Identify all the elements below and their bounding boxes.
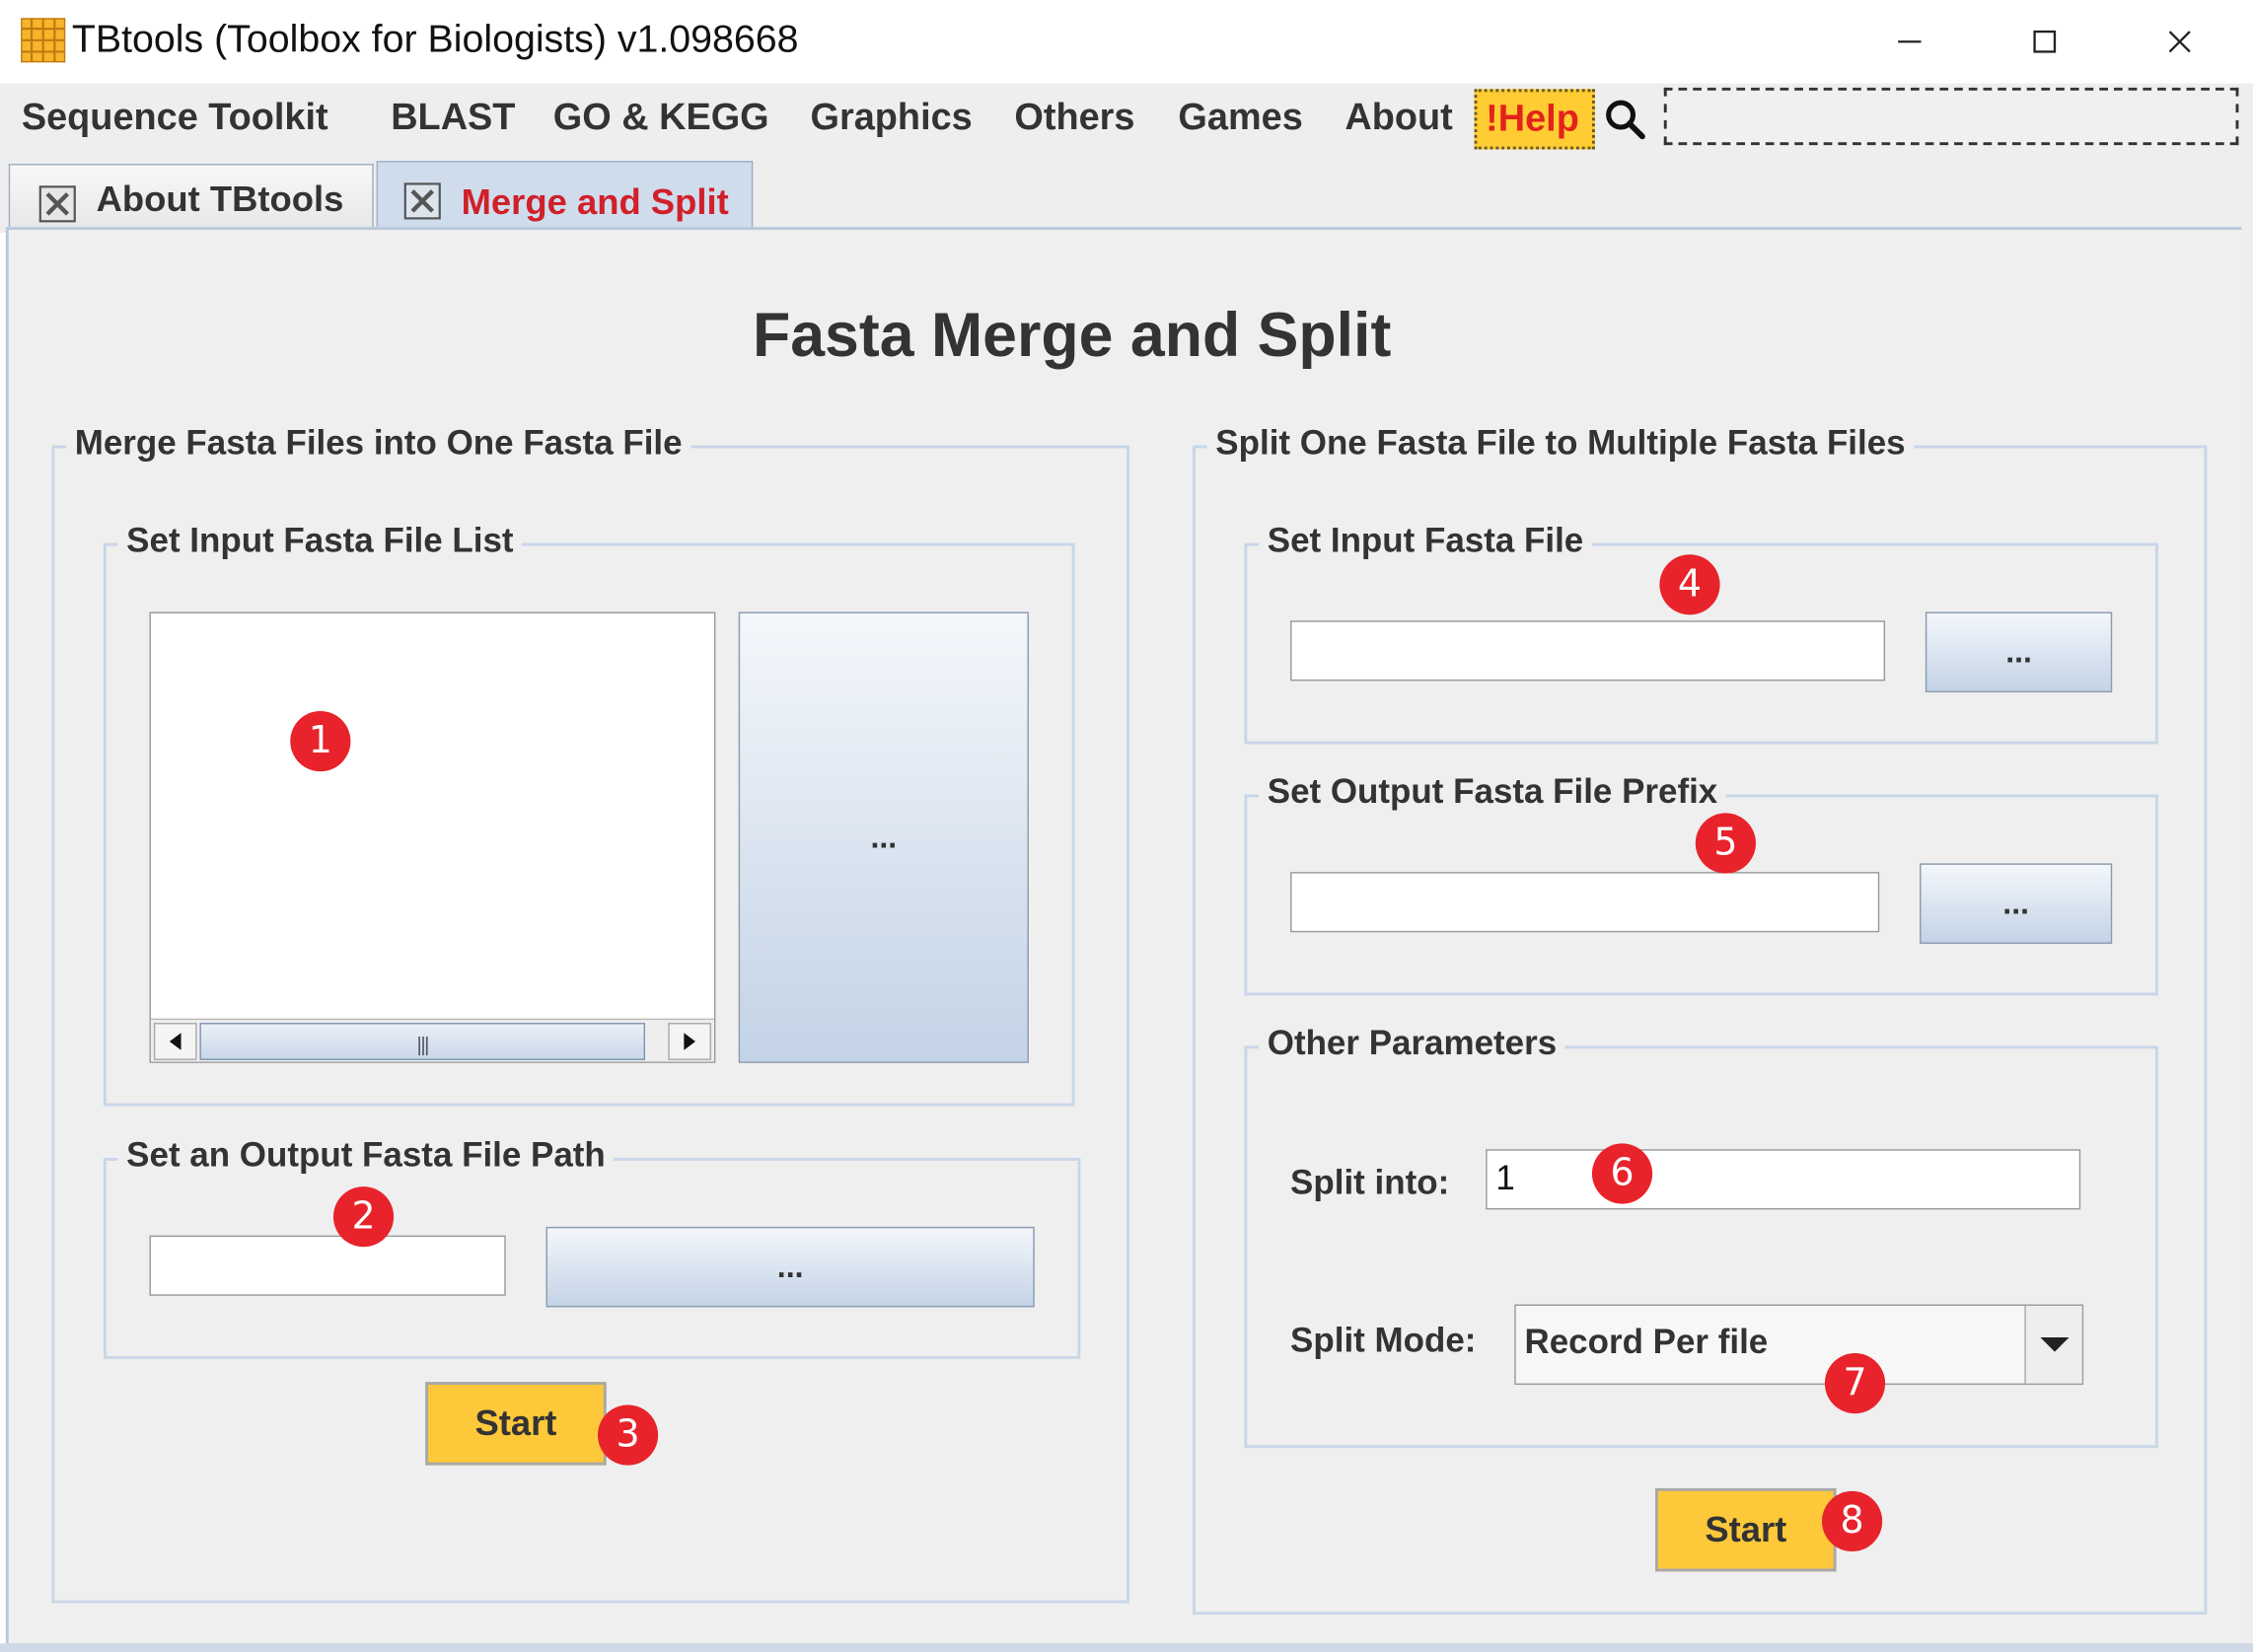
- window-edge: [2241, 155, 2253, 1652]
- chevron-down-icon: [2039, 1337, 2069, 1352]
- grip-icon: |||: [416, 1033, 429, 1056]
- other-parameters-group: Other Parameters Split into: 1 Split Mod…: [1244, 1024, 2158, 1449]
- input-file-field[interactable]: [1290, 620, 1886, 682]
- output-prefix-title: Set Output Fasta File Prefix: [1259, 772, 1727, 814]
- marker-3: 3: [597, 1404, 659, 1466]
- scroll-left-button[interactable]: [153, 1023, 197, 1060]
- other-parameters-title: Other Parameters: [1259, 1024, 1565, 1065]
- menu-blast[interactable]: BLAST: [391, 95, 515, 139]
- minimize-icon: [1898, 40, 1922, 43]
- output-path-browse-button[interactable]: ...: [545, 1226, 1035, 1308]
- split-start-button[interactable]: Start: [1655, 1487, 1837, 1572]
- tab-label: Merge and Split: [461, 181, 729, 223]
- split-mode-label: Split Mode:: [1290, 1321, 1477, 1361]
- split-mode-select[interactable]: Record Per file: [1514, 1304, 2084, 1386]
- marker-4: 4: [1659, 554, 1720, 615]
- merge-group: Merge Fasta Files into One Fasta File Se…: [51, 423, 1129, 1604]
- input-file-title: Set Input Fasta File: [1259, 521, 1592, 562]
- menu-bar: Sequence Toolkit BLAST GO & KEGG Graphic…: [0, 83, 2253, 156]
- output-path-title: Set an Output Fasta File Path: [117, 1136, 615, 1177]
- split-group-title: Split One Fasta File to Multiple Fasta F…: [1206, 423, 1915, 465]
- tab-strip: About TBtools Merge and Split: [0, 155, 2253, 236]
- search-icon[interactable]: [1604, 98, 1647, 141]
- menu-games[interactable]: Games: [1178, 95, 1302, 139]
- maximize-icon: [2033, 30, 2057, 53]
- close-icon: [2168, 31, 2191, 53]
- menu-go-kegg[interactable]: GO & KEGG: [553, 95, 769, 139]
- status-strip: [0, 1643, 2253, 1652]
- marker-2: 2: [332, 1186, 395, 1248]
- input-list-browse-button[interactable]: ...: [738, 611, 1029, 1063]
- merge-start-button[interactable]: Start: [425, 1382, 607, 1466]
- menu-help[interactable]: !Help: [1474, 89, 1595, 150]
- marker-8: 8: [1822, 1490, 1883, 1552]
- input-list-group: Set Input Fasta File List ||| ...: [103, 521, 1075, 1107]
- dropdown-button[interactable]: [2024, 1305, 2082, 1384]
- output-prefix-browse-button[interactable]: ...: [1920, 863, 2113, 944]
- marker-1: 1: [290, 710, 351, 772]
- output-prefix-field[interactable]: [1290, 872, 1880, 933]
- tab-about-tbtools[interactable]: About TBtools: [8, 164, 374, 233]
- marker-6: 6: [1591, 1143, 1653, 1204]
- menu-graphics[interactable]: Graphics: [811, 95, 973, 139]
- title-bar: TBtools (Toolbox for Biologists) v1.0986…: [0, 0, 2253, 84]
- scroll-thumb[interactable]: |||: [199, 1023, 646, 1060]
- menu-about[interactable]: About: [1345, 95, 1452, 139]
- split-into-label: Split into:: [1290, 1163, 1450, 1203]
- input-file-browse-button[interactable]: ...: [1925, 611, 2113, 693]
- marker-5: 5: [1695, 813, 1757, 874]
- window-title: TBtools (Toolbox for Biologists) v1.0986…: [71, 17, 799, 61]
- input-file-list[interactable]: |||: [149, 611, 716, 1063]
- tab-close-icon[interactable]: [403, 182, 441, 220]
- grid-app-icon: [21, 18, 66, 63]
- tab-label: About TBtools: [96, 180, 344, 220]
- split-into-field[interactable]: 1: [1486, 1149, 2081, 1210]
- input-list-title: Set Input Fasta File List: [117, 521, 523, 562]
- search-input[interactable]: [1663, 87, 2239, 146]
- output-path-group: Set an Output Fasta File Path ...: [103, 1136, 1081, 1359]
- arrow-left-icon: [169, 1033, 182, 1050]
- arrow-right-icon: [684, 1033, 696, 1050]
- split-mode-value: Record Per file: [1524, 1323, 1769, 1362]
- merge-split-panel: Fasta Merge and Split Merge Fasta Files …: [5, 227, 2248, 1647]
- maximize-button[interactable]: [1980, 9, 2109, 75]
- page-title: Fasta Merge and Split: [752, 301, 1392, 371]
- tab-merge-and-split[interactable]: Merge and Split: [376, 161, 754, 236]
- merge-group-title: Merge Fasta Files into One Fasta File: [66, 423, 691, 465]
- menu-sequence-toolkit[interactable]: Sequence Toolkit: [22, 95, 328, 139]
- minimize-button[interactable]: [1845, 9, 1974, 75]
- close-window-button[interactable]: [2115, 9, 2244, 75]
- scroll-right-button[interactable]: [668, 1023, 712, 1060]
- output-path-field[interactable]: [149, 1235, 506, 1296]
- tbtools-window: TBtools (Toolbox for Biologists) v1.0986…: [0, 0, 2253, 1652]
- marker-7: 7: [1824, 1353, 1886, 1414]
- horizontal-scrollbar[interactable]: |||: [150, 1018, 714, 1062]
- split-group: Split One Fasta File to Multiple Fasta F…: [1193, 423, 2208, 1616]
- tab-close-icon[interactable]: [38, 185, 76, 223]
- menu-others[interactable]: Others: [1014, 95, 1134, 139]
